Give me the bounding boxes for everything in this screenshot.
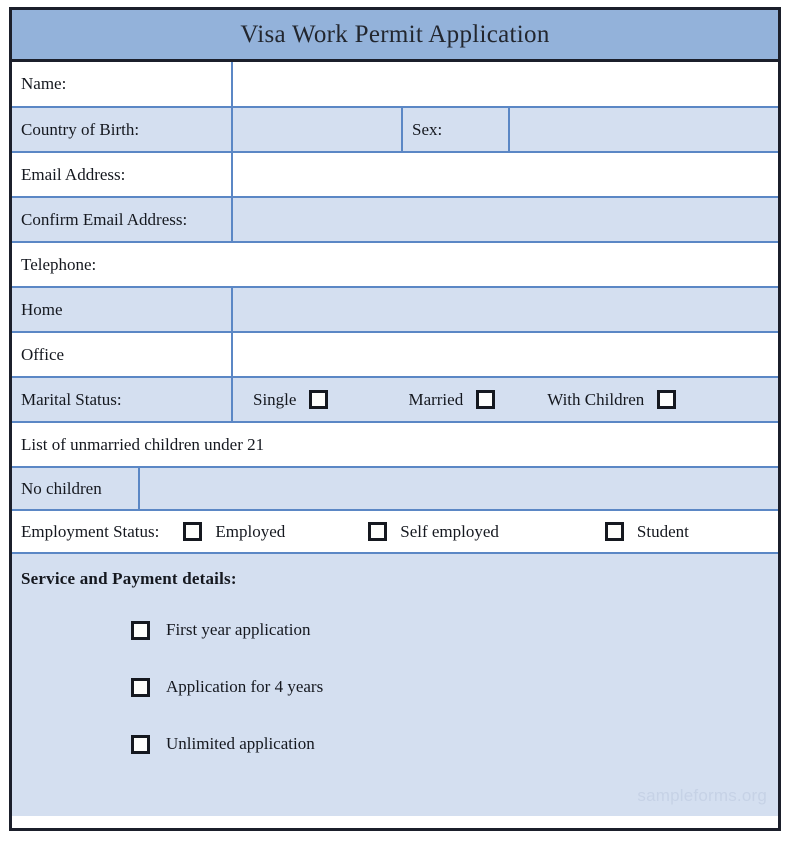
row-country-sex: Country of Birth: Sex:	[12, 108, 778, 153]
employment-option-student[interactable]: Student	[604, 521, 689, 542]
row-confirm-email: Confirm Email Address:	[12, 198, 778, 243]
office-phone-label: Office	[12, 333, 233, 376]
employment-option-employed[interactable]: Employed	[183, 522, 285, 542]
employment-option-self-employed-label: Self employed	[400, 521, 499, 541]
visa-work-permit-form: Visa Work Permit Application Name: Count…	[9, 7, 781, 831]
checkbox-icon-student[interactable]	[604, 522, 624, 541]
payment-option-unlimited-label: Unlimited application	[166, 734, 315, 753]
email-label: Email Address:	[12, 153, 233, 196]
confirm-email-input[interactable]	[233, 198, 778, 241]
form-header: Visa Work Permit Application	[12, 10, 778, 62]
employment-option-employed-label: Employed	[215, 521, 286, 541]
row-email: Email Address:	[12, 153, 778, 198]
payment-options-list: First year application Application for 4…	[12, 620, 778, 754]
employment-status-label: Employment Status:	[21, 521, 160, 541]
checkbox-icon-married[interactable]	[476, 390, 496, 409]
checkbox-icon-single[interactable]	[309, 390, 329, 409]
payment-option-first-year[interactable]: First year application	[12, 620, 778, 640]
payment-option-unlimited[interactable]: Unlimited application	[12, 734, 778, 754]
employment-option-student-label: Student	[636, 521, 689, 541]
payment-option-four-years-label: Application for 4 years	[166, 677, 324, 696]
home-phone-input[interactable]	[233, 288, 778, 331]
telephone-label: Telephone:	[12, 243, 778, 286]
row-employment-status: Employment Status: Employed Self employe…	[12, 511, 778, 554]
checkbox-icon-unlimited-application[interactable]	[131, 734, 150, 754]
no-children-label: No children	[12, 468, 140, 509]
name-label: Name:	[12, 62, 233, 106]
no-children-input[interactable]	[140, 468, 778, 509]
payment-section-title: Service and Payment details:	[21, 569, 237, 588]
children-list-label: List of unmarried children under 21	[12, 423, 778, 466]
marital-option-married[interactable]: Married	[408, 389, 496, 410]
payment-option-first-year-label: First year application	[166, 620, 311, 639]
checkbox-icon-with-children[interactable]	[657, 390, 677, 409]
sex-label: Sex:	[403, 108, 510, 151]
checkbox-icon-self-employed[interactable]	[368, 522, 388, 541]
marital-option-with-children[interactable]: With Children	[547, 389, 677, 410]
checkbox-icon-application-for-4-years[interactable]	[131, 677, 150, 697]
row-children-list: List of unmarried children under 21	[12, 423, 778, 468]
row-marital-status: Marital Status: Single Married With Chil…	[12, 378, 778, 423]
marital-option-single[interactable]: Single	[253, 389, 329, 410]
home-phone-label: Home	[12, 288, 233, 331]
row-telephone-header: Telephone:	[12, 243, 778, 288]
employment-option-self-employed[interactable]: Self employed	[368, 522, 499, 542]
country-of-birth-input[interactable]	[233, 108, 403, 151]
office-phone-input[interactable]	[233, 333, 778, 376]
checkbox-icon-first-year-application[interactable]	[131, 620, 150, 640]
row-office-phone: Office	[12, 333, 778, 378]
watermark-sampleforms: sampleforms.org	[637, 786, 767, 805]
payment-option-four-years[interactable]: Application for 4 years	[12, 677, 778, 697]
marital-option-with-children-label: With Children	[547, 389, 645, 409]
payment-section: Service and Payment details: First year …	[12, 554, 778, 816]
email-input[interactable]	[233, 153, 778, 196]
row-name: Name:	[12, 62, 778, 108]
marital-option-single-label: Single	[253, 389, 297, 409]
row-home-phone: Home	[12, 288, 778, 333]
marital-status-label: Marital Status:	[12, 378, 233, 421]
marital-option-married-label: Married	[408, 389, 464, 409]
page-title: Visa Work Permit Application	[240, 21, 550, 48]
employment-status-row: Employment Status: Employed Self employe…	[12, 511, 778, 552]
confirm-email-label: Confirm Email Address:	[12, 198, 233, 241]
country-of-birth-label: Country of Birth:	[12, 108, 233, 151]
sex-input[interactable]	[510, 108, 778, 151]
checkbox-icon-employed[interactable]	[183, 522, 203, 541]
marital-status-options: Single Married With Children	[233, 378, 778, 421]
name-input[interactable]	[233, 62, 778, 106]
row-no-children: No children	[12, 468, 778, 511]
